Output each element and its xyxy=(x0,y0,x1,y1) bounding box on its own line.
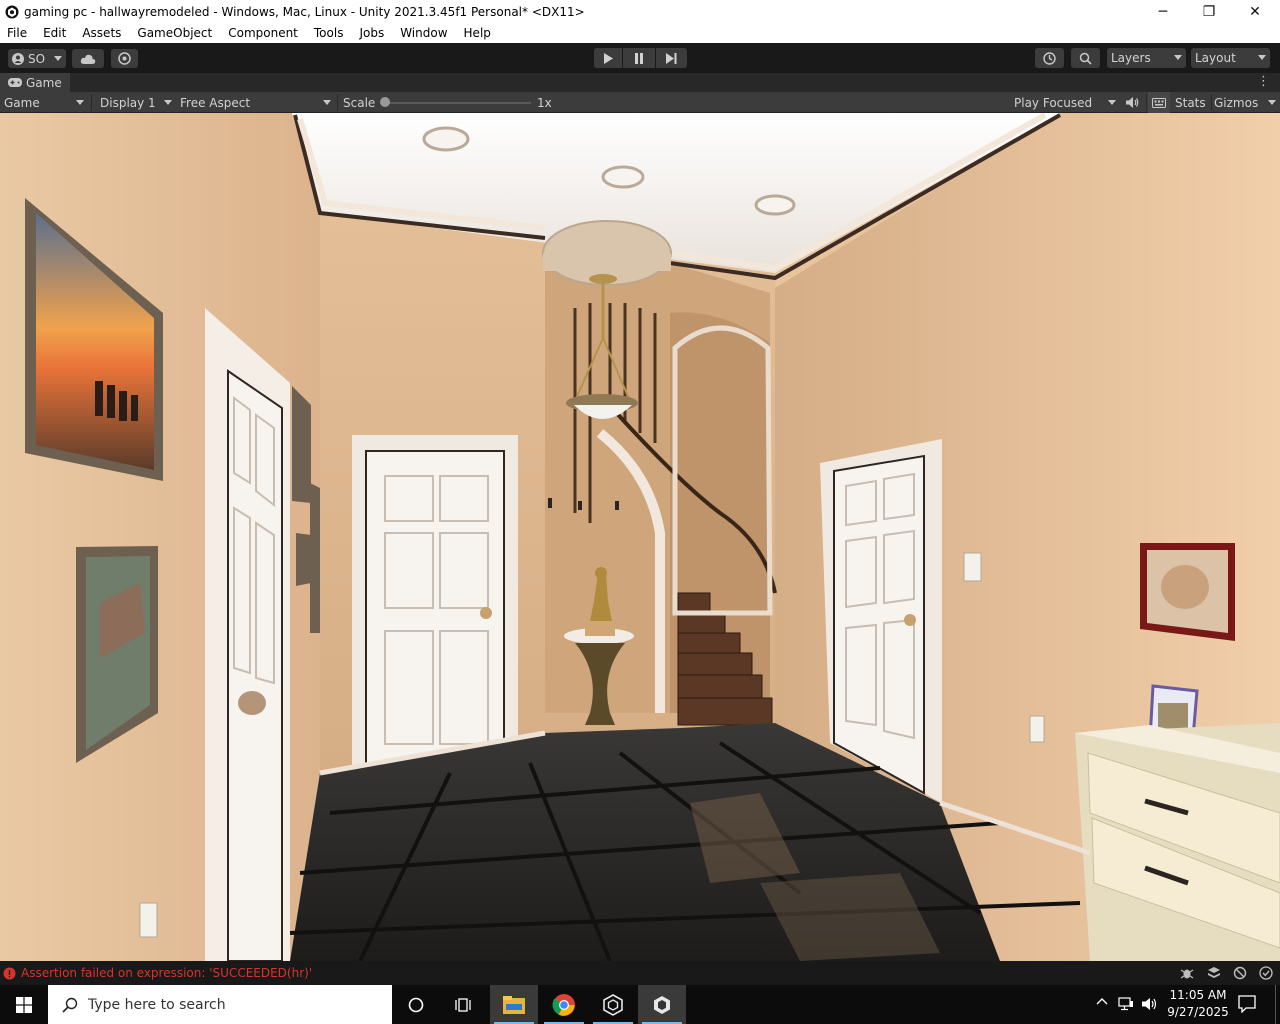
unity-logo-icon xyxy=(4,4,20,20)
account-dropdown[interactable]: SO xyxy=(8,49,66,68)
tab-game-label: Game xyxy=(26,75,62,90)
file-explorer-icon xyxy=(503,995,525,1014)
game-viewport[interactable] xyxy=(0,113,1280,961)
stats-button[interactable]: Stats xyxy=(1171,92,1211,113)
play-mode-dropdown[interactable]: Play Focused xyxy=(1010,92,1118,113)
menu-window[interactable]: Window xyxy=(396,26,451,40)
chrome-button[interactable] xyxy=(540,985,588,1024)
start-button[interactable] xyxy=(0,985,48,1024)
unity-hub-icon xyxy=(602,993,624,1016)
file-explorer-button[interactable] xyxy=(490,985,538,1024)
aspect-dropdown-label: Free Aspect xyxy=(180,95,251,110)
cloud-button[interactable] xyxy=(72,49,104,68)
game-view-toolbar: Game Display 1 Free Aspect Scale 1x Play… xyxy=(0,92,1280,113)
play-button[interactable] xyxy=(594,48,622,68)
scale-slider-thumb[interactable] xyxy=(380,97,390,107)
tab-game[interactable]: Game xyxy=(0,73,70,92)
show-desktop-button[interactable] xyxy=(1275,985,1280,1024)
game-tab-strip: Game ⋮ xyxy=(0,73,1280,92)
cortana-button[interactable] xyxy=(392,985,440,1024)
scale-label: Scale xyxy=(343,95,376,110)
restore-button[interactable]: ❐ xyxy=(1186,0,1232,23)
auto-refresh-icon[interactable] xyxy=(1233,966,1247,980)
search-placeholder: Type here to search xyxy=(88,996,226,1013)
menu-help[interactable]: Help xyxy=(460,26,495,40)
gizmos-label: Gizmos xyxy=(1214,95,1259,110)
display-dropdown-label: Display 1 xyxy=(100,95,156,110)
clock-date: 9/27/2025 xyxy=(1167,1005,1229,1019)
console-status-bar[interactable]: Assertion failed on expression: 'SUCCEED… xyxy=(0,961,1280,985)
account-icon xyxy=(12,52,24,65)
volume-icon[interactable] xyxy=(1142,997,1158,1011)
main-toolbar: SO Layers Layout xyxy=(0,43,1280,73)
play-mode-label: Play Focused xyxy=(1014,95,1093,110)
display-dropdown[interactable]: Display 1 xyxy=(96,92,174,113)
step-button[interactable] xyxy=(656,48,687,68)
history-icon xyxy=(1043,51,1056,65)
settings-icon xyxy=(118,52,131,65)
stats-label: Stats xyxy=(1175,95,1206,110)
view-dropdown[interactable]: Game xyxy=(0,92,88,113)
status-message[interactable]: Assertion failed on expression: 'SUCCEED… xyxy=(21,966,312,980)
minimize-button[interactable]: ─ xyxy=(1140,0,1186,23)
show-hidden-icons-chevron-icon[interactable] xyxy=(1096,997,1108,1005)
taskbar-search-box[interactable]: Type here to search xyxy=(48,985,392,1024)
scale-slider-track[interactable] xyxy=(384,102,531,104)
title-bar: gaming pc - hallwayremodeled - Windows, … xyxy=(0,0,1280,23)
unity-editor-icon xyxy=(652,995,672,1015)
task-view-button[interactable] xyxy=(440,985,488,1024)
more-options-icon[interactable]: ⋮ xyxy=(1257,75,1270,89)
search-icon xyxy=(1079,52,1092,65)
menu-assets[interactable]: Assets xyxy=(78,26,125,40)
unity-editor-button[interactable] xyxy=(638,985,686,1024)
cortana-icon xyxy=(408,997,424,1013)
history-button[interactable] xyxy=(1035,48,1064,68)
chrome-icon xyxy=(552,993,576,1017)
task-view-icon xyxy=(455,997,473,1013)
play-icon xyxy=(603,52,613,64)
windows-logo-icon xyxy=(16,996,32,1013)
pause-icon xyxy=(634,52,644,64)
settings-button[interactable] xyxy=(111,49,138,68)
scale-value: 1x xyxy=(537,95,552,110)
account-label: SO xyxy=(28,51,46,66)
search-icon xyxy=(62,997,78,1013)
menu-file[interactable]: File xyxy=(3,26,31,40)
window-title: gaming pc - hallwayremodeled - Windows, … xyxy=(24,4,585,19)
menu-gameobject[interactable]: GameObject xyxy=(133,26,216,40)
menu-component[interactable]: Component xyxy=(224,26,302,40)
layout-dropdown[interactable]: Layout xyxy=(1191,48,1270,68)
windows-taskbar: Type here to search 11:05 AM 9/27/2025 xyxy=(0,985,1280,1024)
step-icon xyxy=(666,52,677,64)
gizmos-dropdown[interactable]: Gizmos xyxy=(1210,92,1280,113)
hallway-scene-render xyxy=(0,113,1280,961)
error-icon xyxy=(3,967,16,980)
search-button[interactable] xyxy=(1071,48,1100,68)
layers-label: Layers xyxy=(1111,51,1151,65)
view-dropdown-label: Game xyxy=(4,95,40,110)
clock-time: 11:05 AM xyxy=(1169,988,1227,1002)
close-button[interactable]: ✕ xyxy=(1232,0,1278,23)
pause-button[interactable] xyxy=(623,48,655,68)
menu-jobs[interactable]: Jobs xyxy=(355,26,388,40)
mute-audio-button[interactable] xyxy=(1122,92,1144,113)
gamepad-icon xyxy=(8,78,22,87)
layout-label: Layout xyxy=(1195,51,1236,65)
cloud-icon xyxy=(80,54,96,64)
unity-hub-button[interactable] xyxy=(589,985,637,1024)
menu-bar: File Edit Assets GameObject Component To… xyxy=(0,23,1280,43)
layers-stack-icon[interactable] xyxy=(1207,966,1221,980)
menu-edit[interactable]: Edit xyxy=(39,26,70,40)
notification-center-icon[interactable] xyxy=(1238,995,1256,1013)
aspect-dropdown[interactable]: Free Aspect xyxy=(176,92,334,113)
check-circle-icon[interactable] xyxy=(1259,966,1273,980)
debug-bug-icon[interactable] xyxy=(1180,966,1194,980)
speaker-icon xyxy=(1126,97,1139,108)
network-icon[interactable] xyxy=(1118,997,1134,1011)
keyboard-icon xyxy=(1152,97,1166,108)
stats-toggle-button[interactable] xyxy=(1148,92,1170,113)
layers-dropdown[interactable]: Layers xyxy=(1107,48,1186,68)
system-clock[interactable]: 11:05 AM 9/27/2025 xyxy=(1162,987,1234,1021)
menu-tools[interactable]: Tools xyxy=(310,26,348,40)
